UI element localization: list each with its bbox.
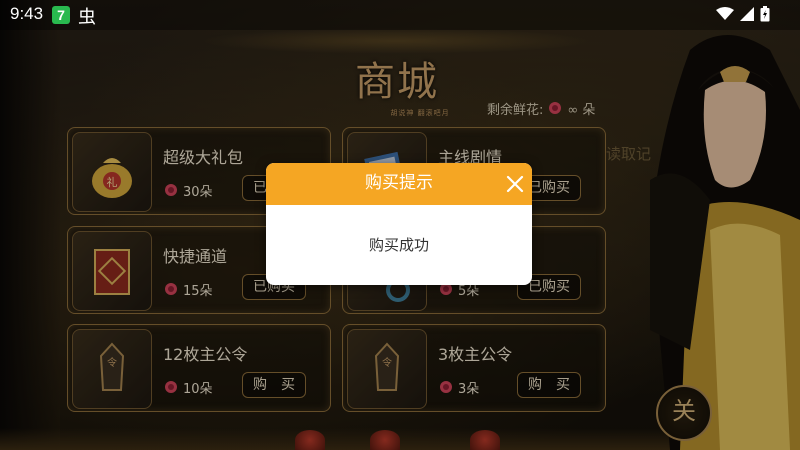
signal-icon <box>740 7 754 21</box>
bug-icon: 虫 <box>78 7 96 27</box>
dialog-title: 购买提示 <box>365 173 433 193</box>
battery-icon <box>760 6 770 22</box>
notification-7-icon: 7 <box>52 6 70 24</box>
wifi-icon <box>716 7 734 20</box>
status-bar: 9:43 7 虫 <box>0 0 800 30</box>
purchase-dialog: 购买提示 购买成功 <box>266 163 532 285</box>
system-icons <box>716 6 770 22</box>
close-icon[interactable] <box>504 173 526 195</box>
status-time: 9:43 <box>10 4 44 23</box>
dialog-header: 购买提示 <box>266 163 532 205</box>
dialog-message: 购买成功 <box>368 236 429 254</box>
